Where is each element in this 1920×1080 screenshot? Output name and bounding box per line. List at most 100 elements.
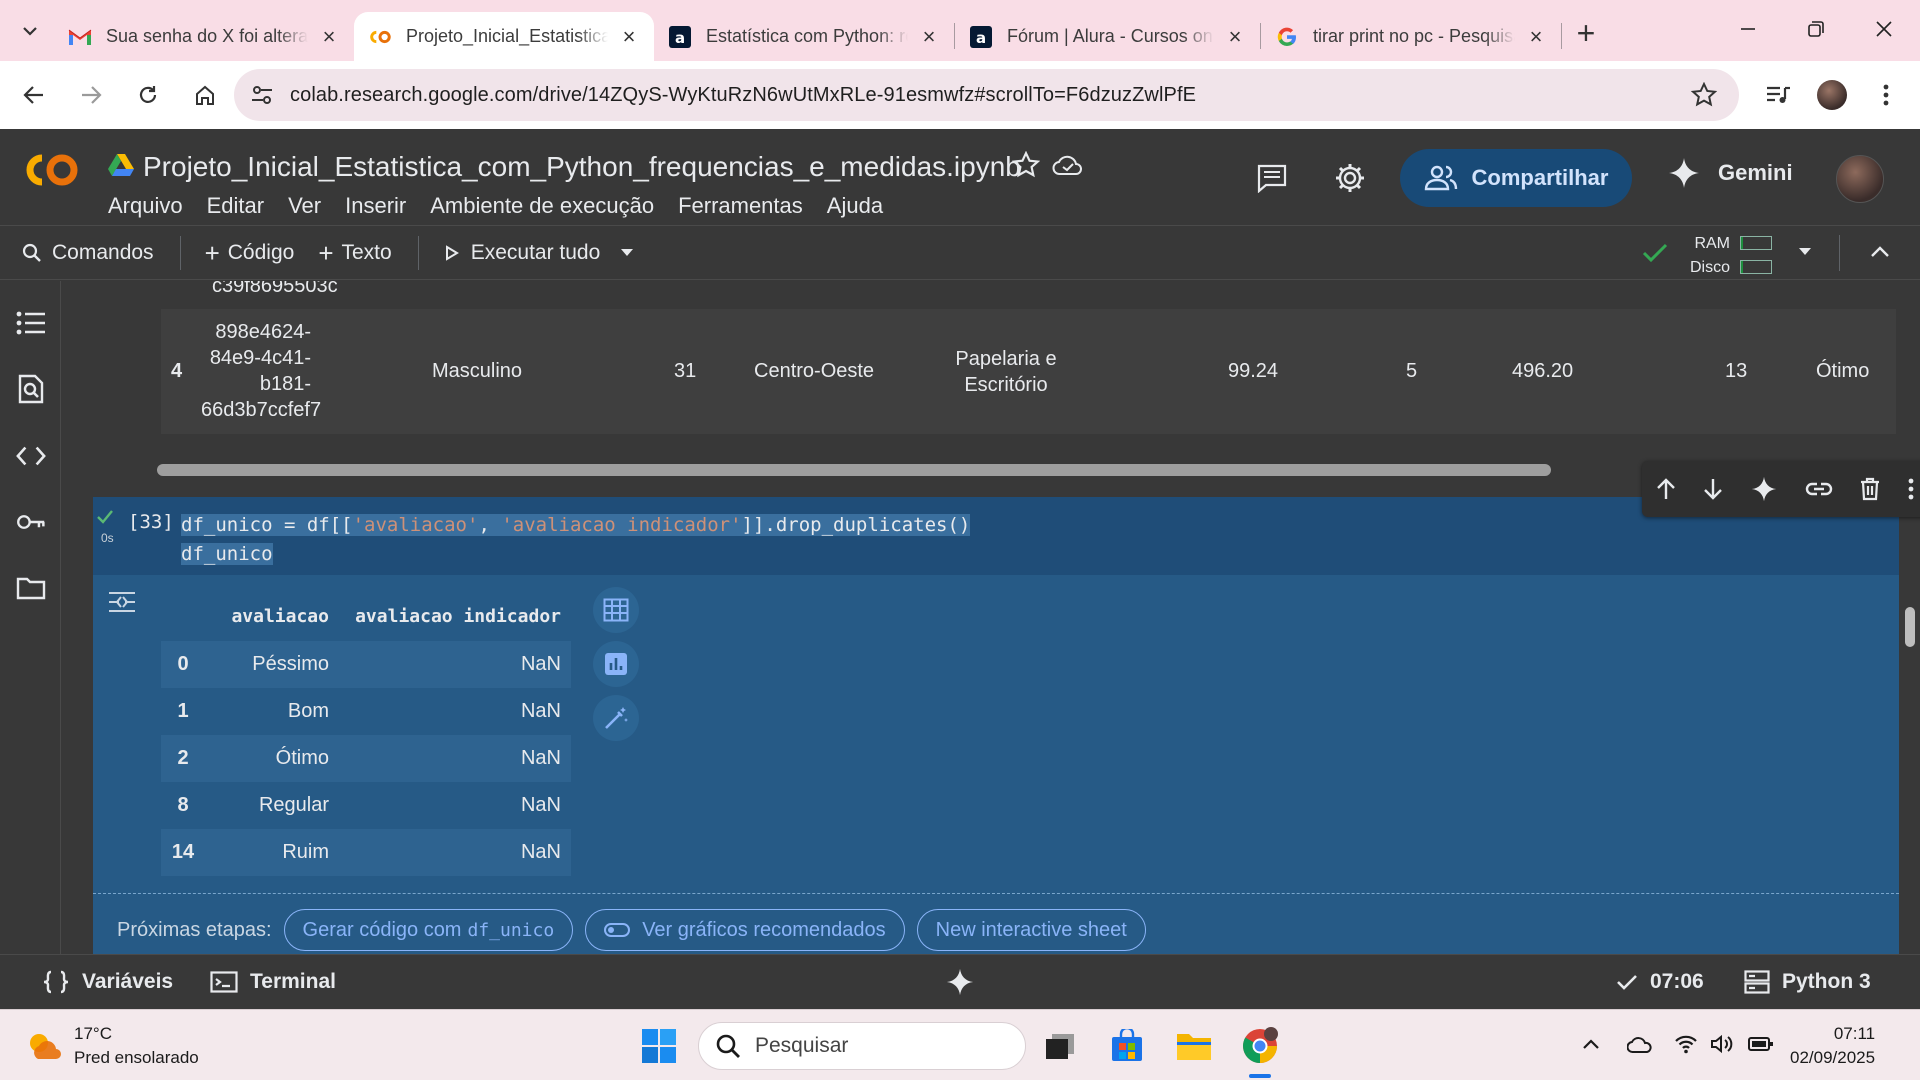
taskbar-search[interactable]: Pesquisar (698, 1022, 1026, 1070)
start-button[interactable] (637, 1024, 681, 1068)
runtime-label: Python 3 (1782, 970, 1871, 993)
drive-icon[interactable] (108, 153, 134, 177)
file-explorer-button[interactable] (1172, 1024, 1216, 1068)
gemini-cell-button[interactable] (1751, 476, 1777, 502)
variables-button[interactable]: Variáveis (42, 970, 173, 994)
browser-tab-alura-course[interactable]: a Estatística com Python: resumindo × (654, 12, 954, 61)
notebook-title[interactable]: Projeto_Inicial_Estatistica_com_Python_f… (143, 151, 1021, 183)
address-bar[interactable]: colab.research.google.com/drive/14ZQyS-W… (234, 69, 1739, 121)
gemini-button[interactable]: Gemini (1668, 157, 1793, 189)
arrow-down-icon (1704, 479, 1723, 500)
code-snippets-button[interactable] (16, 441, 46, 471)
weather-widget[interactable]: 17°C Pred ensolarado (26, 1022, 199, 1070)
close-icon[interactable]: × (318, 24, 340, 49)
menu-inserir[interactable]: Inserir (345, 193, 406, 219)
cloud-saved-icon[interactable] (1052, 153, 1084, 177)
run-status-check-icon[interactable] (96, 509, 114, 525)
files-button[interactable] (16, 573, 46, 603)
microsoft-store-button[interactable] (1105, 1024, 1149, 1068)
colab-logo[interactable] (20, 151, 82, 189)
table-row: 8 Regular NaN (161, 782, 571, 829)
add-text-button[interactable]: + Texto (318, 238, 391, 269)
profile-avatar[interactable] (1806, 69, 1858, 121)
collapse-header-button[interactable] (1870, 244, 1890, 258)
suggest-chart-button[interactable] (593, 641, 639, 687)
svg-text:a: a (976, 29, 986, 47)
menu-ajuda[interactable]: Ajuda (827, 193, 883, 219)
chrome-menu-button[interactable] (1860, 69, 1912, 121)
home-button[interactable] (179, 69, 231, 121)
clock-time: 07:11 (1833, 1024, 1876, 1043)
back-button[interactable] (8, 69, 60, 121)
vertical-scrollbar[interactable] (1905, 607, 1915, 647)
browser-tab-colab[interactable]: Projeto_Inicial_Estatistica_com_Python × (354, 12, 654, 61)
onedrive-icon[interactable] (1627, 1036, 1653, 1054)
move-cell-down-button[interactable] (1703, 478, 1723, 500)
close-icon[interactable]: × (918, 24, 940, 49)
terminal-button[interactable]: Terminal (210, 970, 336, 994)
resource-labels[interactable]: RAM Disco (1690, 232, 1730, 280)
minimize-button[interactable] (1714, 0, 1782, 58)
system-clock[interactable]: 07:11 02/09/2025 (1790, 1022, 1875, 1070)
add-code-button[interactable]: + Código (205, 238, 295, 269)
find-replace-button[interactable] (16, 374, 46, 404)
show-hidden-icons-button[interactable] (1582, 1038, 1600, 1050)
chip-variable: df_unico (467, 919, 555, 941)
recommended-charts-chip[interactable]: Ver gráficos recomendados (585, 909, 905, 951)
commands-button[interactable]: Comandos (22, 241, 154, 265)
reload-button[interactable] (122, 69, 174, 121)
star-notebook-icon[interactable] (1012, 151, 1040, 179)
comments-button[interactable] (1256, 163, 1288, 193)
tab-search-button[interactable] (6, 7, 54, 55)
browser-tab-gmail[interactable]: Sua senha do X foi alterada × (54, 12, 354, 61)
run-all-button[interactable]: Executar tudo (445, 241, 600, 265)
new-tab-button[interactable]: + (1562, 9, 1610, 57)
browser-tab-alura-forum[interactable]: a Fórum | Alura - Cursos online × (955, 12, 1260, 61)
media-control-button[interactable] (1752, 69, 1804, 121)
bookmark-star-icon[interactable] (1691, 82, 1717, 108)
battery-icon[interactable] (1748, 1036, 1774, 1052)
menu-editar[interactable]: Editar (207, 193, 264, 219)
account-avatar[interactable] (1836, 155, 1884, 203)
close-icon[interactable]: × (1525, 24, 1547, 49)
convert-table-button[interactable] (593, 587, 639, 633)
generate-code-chip[interactable]: Gerar código com df_unico (283, 909, 574, 951)
menu-ferramentas[interactable]: Ferramentas (678, 193, 803, 219)
menu-arquivo[interactable]: Arquivo (108, 193, 183, 219)
code-editor[interactable]: 0s [33] df_unico = df[['avaliacao', 'ava… (93, 497, 1899, 575)
more-cell-actions-button[interactable] (1908, 478, 1914, 500)
restore-button[interactable] (1782, 0, 1850, 58)
runtime-dropdown[interactable] (1798, 247, 1812, 257)
menu-ver[interactable]: Ver (288, 193, 321, 219)
table-of-contents-button[interactable] (16, 308, 46, 338)
gemini-status-button[interactable] (946, 968, 986, 996)
secrets-button[interactable] (16, 507, 46, 537)
delete-cell-button[interactable] (1860, 477, 1880, 501)
code-cell[interactable]: 0s [33] df_unico = df[['avaliacao', 'ava… (93, 461, 1920, 954)
wifi-icon[interactable] (1674, 1034, 1698, 1054)
close-icon[interactable]: × (1224, 24, 1246, 49)
execution-status[interactable]: 07:06 (1616, 970, 1704, 994)
browser-tab-google[interactable]: tirar print no pc - Pesquisa Google × (1261, 12, 1561, 61)
runtime-status[interactable]: Python 3 (1744, 970, 1871, 994)
settings-button[interactable] (1334, 162, 1366, 194)
interactive-sheet-chip[interactable]: New interactive sheet (916, 909, 1146, 951)
close-icon[interactable]: × (618, 24, 640, 49)
share-button[interactable]: Compartilhar (1400, 149, 1632, 207)
task-view-button[interactable] (1038, 1024, 1082, 1068)
code-text[interactable]: df_unico = df[['avaliacao', 'avaliacao i… (181, 511, 971, 569)
horizontal-scrollbar[interactable] (157, 464, 1551, 476)
forward-button[interactable] (65, 69, 117, 121)
run-options-dropdown[interactable] (620, 248, 634, 258)
windows-logo-icon (642, 1029, 676, 1063)
chrome-taskbar-button[interactable] (1238, 1024, 1282, 1068)
site-info-icon[interactable] (234, 84, 290, 106)
close-window-button[interactable] (1850, 0, 1918, 58)
copy-link-button[interactable] (1805, 481, 1833, 497)
output-actions-icon[interactable] (107, 589, 137, 615)
volume-icon[interactable] (1710, 1034, 1734, 1054)
menu-ambiente[interactable]: Ambiente de execução (430, 193, 654, 219)
server-icon (1744, 970, 1770, 994)
generate-code-button[interactable] (593, 695, 639, 741)
move-cell-up-button[interactable] (1656, 478, 1676, 500)
